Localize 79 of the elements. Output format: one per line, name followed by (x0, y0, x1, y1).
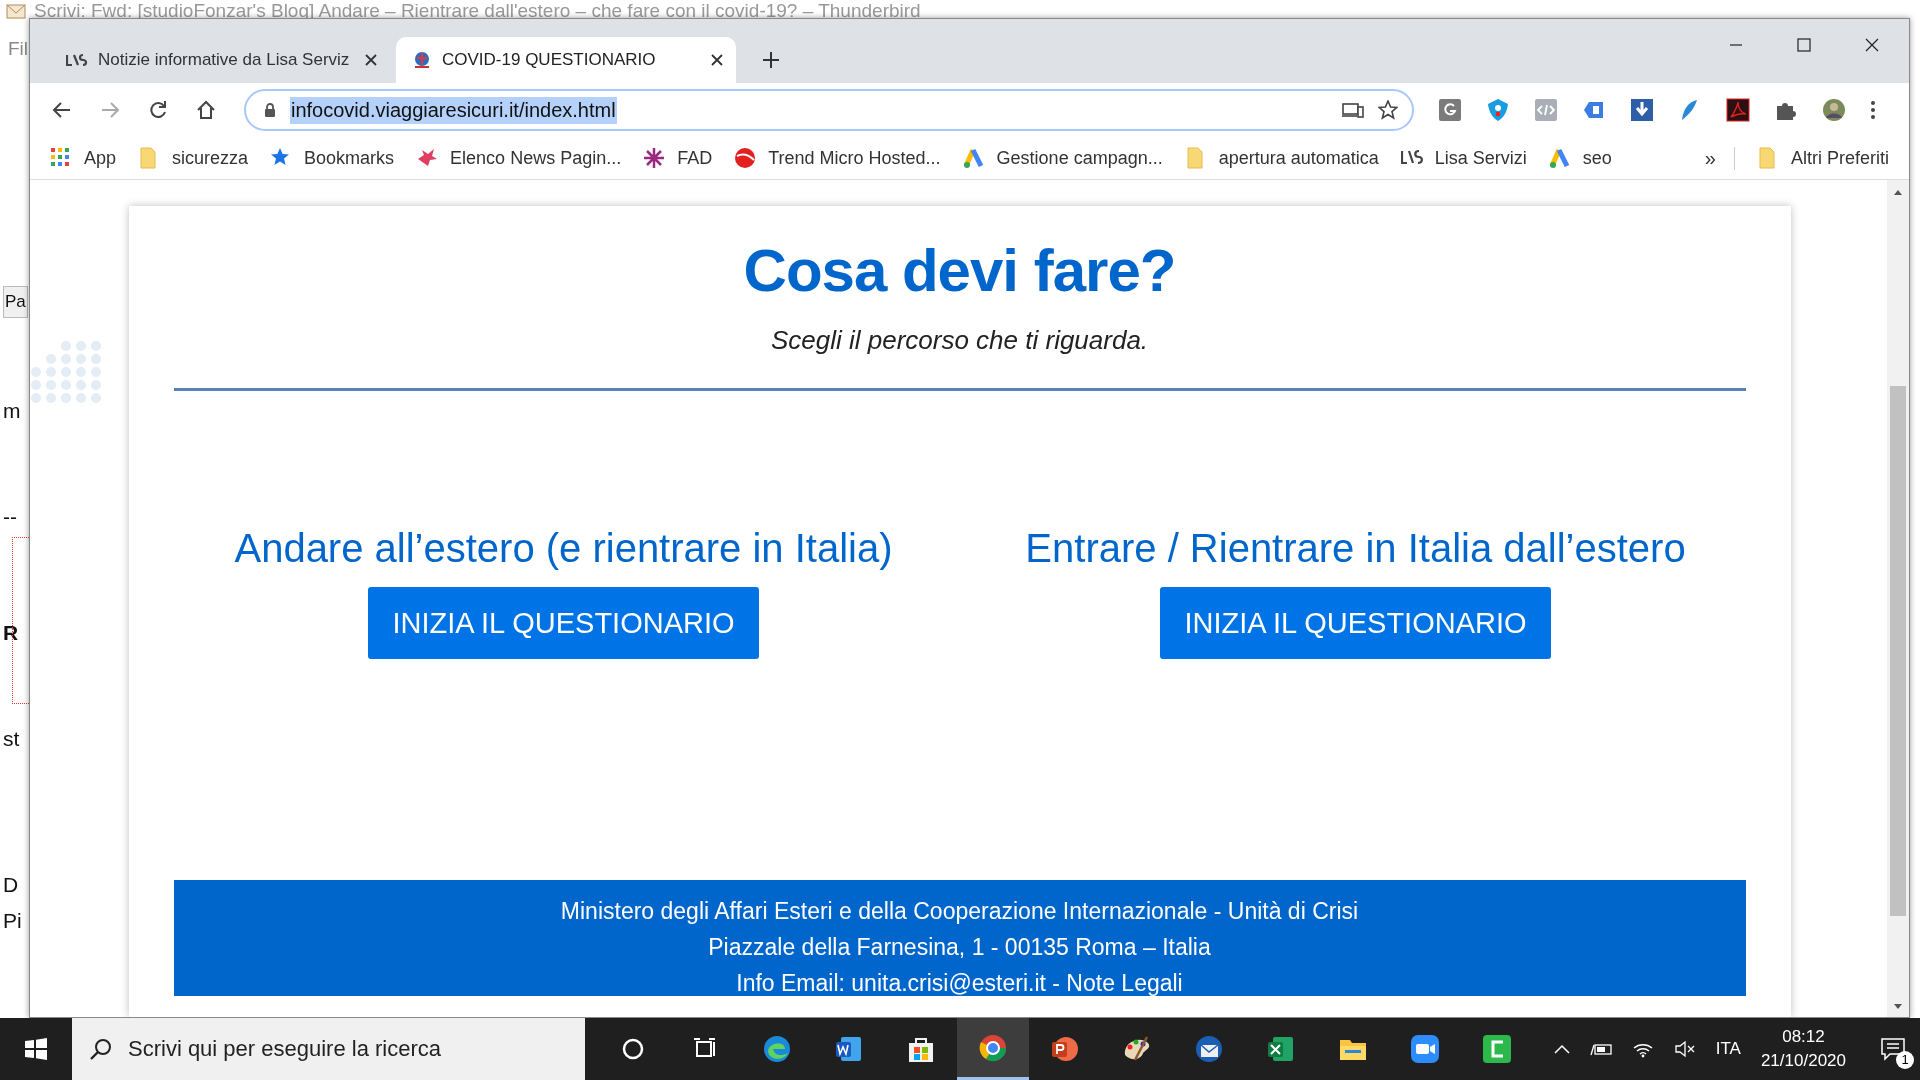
more-bookmarks-button[interactable]: » (1704, 146, 1735, 170)
footer-text: Ministero degli Affari Esteri e della Cooperazione Internazionale - Unità di Crisi (560, 898, 1359, 924)
bookmark[interactable]: App (84, 147, 117, 169)
scrollbar[interactable] (1887, 180, 1909, 1017)
bookmark[interactable]: Gestione campagn... (996, 147, 1163, 169)
close-icon[interactable] (364, 53, 378, 67)
taskbar-app[interactable] (957, 1018, 1029, 1080)
tab-title: COVID-19 QUESTIONARIO (442, 50, 657, 70)
chevron-up-icon[interactable] (1553, 1044, 1570, 1054)
browser-tab[interactable]: COVID-19 QUESTIONARIO (396, 37, 736, 83)
burst-icon (416, 147, 439, 169)
scroll-down-icon[interactable] (1893, 1003, 1903, 1011)
triangle-icon (1548, 147, 1571, 169)
toolbar-button[interactable]: Pa (3, 286, 28, 318)
close-icon[interactable] (710, 53, 724, 67)
mail-icon (1193, 1033, 1225, 1065)
flower-icon (643, 147, 666, 169)
bookmark[interactable]: Elenco News Pagin... (450, 147, 622, 169)
app-tile-icon (1481, 1033, 1513, 1065)
page-heading: Cosa devi fare? (743, 236, 1176, 305)
body-text: st (3, 726, 20, 752)
wave-icon (761, 1033, 793, 1065)
bookmark[interactable]: Bookmarks (304, 147, 395, 169)
clock[interactable]: 08:12 21/10/2020 (1760, 1025, 1846, 1073)
devices-icon[interactable] (1342, 102, 1364, 118)
download-icon[interactable] (1630, 98, 1654, 122)
new-tab-icon[interactable] (762, 51, 780, 69)
home-icon[interactable] (196, 100, 216, 120)
address-bar[interactable]: infocovid.viaggiaresicuri.it/index.html (244, 89, 1414, 131)
search-icon (90, 1038, 112, 1060)
ball-icon (734, 147, 757, 169)
notification-count: 1 (1896, 1051, 1914, 1069)
star-icon[interactable] (1378, 100, 1398, 120)
triangle-icon (962, 147, 985, 169)
search-field[interactable]: Scrivi qui per eseguire la ricerca (72, 1018, 585, 1080)
footer-text: Piazzale della Farnesina, 1 - 00135 Roma – Italia (708, 934, 1211, 960)
start-button[interactable]: INIZIA IL QUESTIONARIO (1160, 587, 1551, 659)
body-text: -- (3, 504, 17, 530)
logo-icon (66, 53, 88, 67)
scroll-up-icon[interactable] (1893, 188, 1903, 196)
windows-start-icon[interactable] (24, 1037, 48, 1061)
browser-tab[interactable]: Notizie informative da Lisa Serviz (50, 37, 390, 83)
reload-icon[interactable] (148, 100, 168, 120)
url-text: infocovid.viaggiaresicuri.it/index.html (290, 96, 617, 124)
section-title: Entrare / Rientrare in Italia dall’estero (1025, 526, 1686, 571)
maximize-icon[interactable] (1797, 38, 1811, 52)
shield-icon[interactable] (1486, 98, 1510, 122)
bookmark[interactable]: Trend Micro Hosted... (768, 147, 941, 169)
table-text: R (3, 620, 19, 646)
bookmark[interactable]: FAD (677, 147, 713, 169)
battery-icon[interactable] (1589, 1041, 1612, 1057)
body-text: m (3, 398, 21, 424)
letter-tile-icon[interactable] (1438, 98, 1462, 122)
page-subtitle: Scegli il percorso che ti riguarda. (770, 325, 1149, 356)
document-icon[interactable] (1726, 98, 1750, 122)
bookmark[interactable]: Lisa Servizi (1434, 147, 1527, 169)
back-icon[interactable] (52, 100, 72, 120)
body-text: D (3, 872, 19, 898)
speaker-muted-icon[interactable] (1673, 1040, 1696, 1058)
mail-icon (6, 2, 26, 20)
apps-icon (50, 147, 72, 169)
bookmark[interactable]: Altri Preferiti (1791, 147, 1889, 169)
menu-icon[interactable] (1870, 100, 1876, 120)
bookmark[interactable]: apertura automatica (1218, 147, 1379, 169)
footer-text: Info Email: unita.crisi@esteri.it - Note Legali (736, 970, 1183, 996)
bookmark[interactable]: seo (1582, 147, 1612, 169)
tab-title: Notizie informative da Lisa Serviz (98, 50, 351, 70)
globe-icon (412, 50, 432, 70)
body-text: Pi (3, 908, 22, 934)
section-title: Andare all’estero (e rientrare in Italia) (234, 526, 893, 571)
video-camera-icon (1409, 1033, 1441, 1065)
language-indicator[interactable]: ITA (1715, 1039, 1741, 1059)
scrollbar-thumb[interactable] (1890, 386, 1906, 916)
close-icon[interactable] (1865, 38, 1879, 52)
bookmark[interactable]: sicurezza (172, 147, 249, 169)
avatar-icon[interactable] (1822, 98, 1846, 122)
start-button[interactable]: INIZIA IL QUESTIONARIO (368, 587, 759, 659)
menu-item[interactable]: Fil (8, 38, 29, 60)
lock-icon (264, 102, 276, 118)
